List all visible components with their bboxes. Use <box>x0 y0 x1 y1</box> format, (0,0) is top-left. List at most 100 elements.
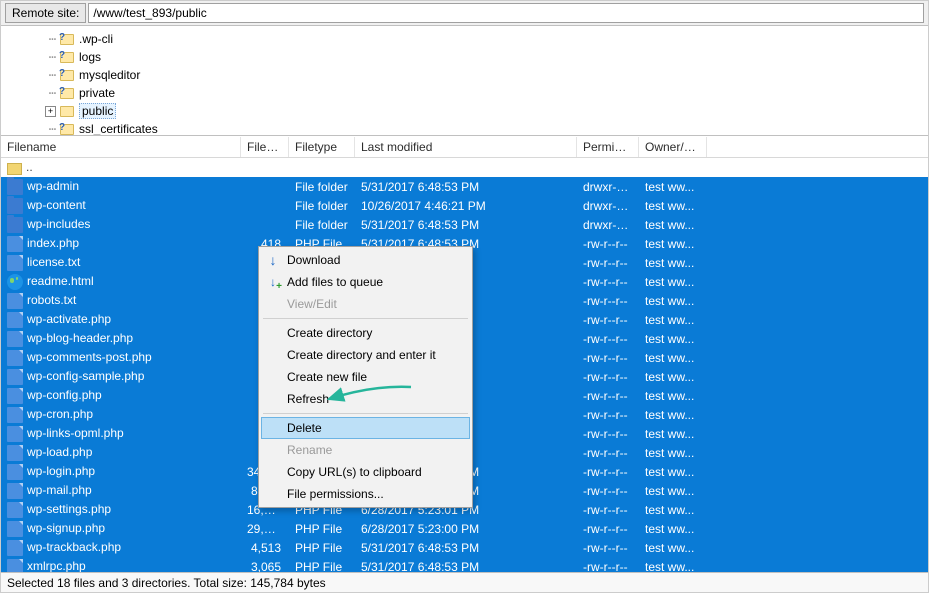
tree-node[interactable]: ⋯mysqleditor <box>21 66 928 84</box>
file-name-cell: index.php <box>1 234 241 254</box>
file-name-label: wp-mail.php <box>27 483 92 497</box>
ctx-download[interactable]: ↓ Download <box>261 249 470 271</box>
file-name-label: wp-trackback.php <box>27 540 121 554</box>
ctx-rename: Rename <box>261 439 470 461</box>
ctx-delete[interactable]: Delete <box>261 417 470 439</box>
col-permissions[interactable]: Permissi... <box>577 137 639 157</box>
file-owner-cell: test ww... <box>639 349 707 367</box>
file-name-cell: wp-settings.php <box>1 500 241 520</box>
ctx-create-dir-enter[interactable]: Create directory and enter it <box>261 344 470 366</box>
tree-node[interactable]: ⋯.wp-cli <box>21 30 928 48</box>
file-name-cell: wp-content <box>1 196 241 216</box>
file-row[interactable]: wp-trackback.php 4,513PHP File5/31/2017 6… <box>1 538 928 557</box>
file-name-cell: wp-links-opml.php <box>1 424 241 444</box>
ctx-file-permissions[interactable]: File permissions... <box>261 483 470 505</box>
remote-tree[interactable]: ⋯.wp-cli⋯logs⋯mysqleditor⋯private⋯+publi… <box>1 26 928 136</box>
file-row[interactable]: wp-includesFile folder5/31/2017 6:48:53 … <box>1 215 928 234</box>
ctx-view-edit: View/Edit <box>261 293 470 315</box>
remote-site-input[interactable] <box>88 3 924 23</box>
file-name-label: wp-login.php <box>27 464 95 478</box>
parent-dir-row[interactable]: .. <box>1 158 928 177</box>
tree-expander-icon[interactable]: + <box>45 106 56 117</box>
folder-icon <box>59 103 75 119</box>
ctx-create-dir[interactable]: Create directory <box>261 322 470 344</box>
col-owner[interactable]: Owner/G... <box>639 137 707 157</box>
tree-connector-icon: ⋯ <box>21 50 59 64</box>
folder-icon <box>7 198 23 214</box>
file-name-label: wp-config.php <box>27 388 102 402</box>
file-permissions-cell: drwxr-xr-x <box>577 216 639 234</box>
file-owner-cell: test ww... <box>639 330 707 348</box>
tree-node-label: .wp-cli <box>79 32 113 46</box>
file-permissions-cell: drwxr-xr-x <box>577 178 639 196</box>
col-filesize[interactable]: Filesize <box>241 137 289 157</box>
file-name-cell: wp-activate.php <box>1 310 241 330</box>
file-icon <box>7 426 23 442</box>
file-owner-cell: test ww... <box>639 254 707 272</box>
tree-node[interactable]: ⋯ssl_certificates <box>21 120 928 136</box>
tree-node[interactable]: ⋯private <box>21 84 928 102</box>
file-owner-cell: test ww... <box>639 197 707 215</box>
file-name-cell: xmlrpc.php <box>1 557 241 574</box>
file-icon <box>7 559 23 574</box>
file-owner-cell: test ww... <box>639 501 707 519</box>
tree-connector-icon: ⋯ <box>21 86 59 100</box>
file-permissions-cell: -rw-r--r-- <box>577 463 639 481</box>
file-permissions-cell: -rw-r--r-- <box>577 406 639 424</box>
file-size-cell: 3,065 <box>241 558 289 574</box>
file-owner-cell: test ww... <box>639 558 707 574</box>
file-size-cell <box>241 185 289 189</box>
file-modified-cell: 6/28/2017 5:23:00 PM <box>355 520 577 538</box>
file-permissions-cell: -rw-r--r-- <box>577 482 639 500</box>
file-name-cell: wp-config-sample.php <box>1 367 241 387</box>
file-permissions-cell: -rw-r--r-- <box>577 311 639 329</box>
file-size-cell: 4,513 <box>241 539 289 557</box>
file-icon <box>7 407 23 423</box>
ctx-copy-url[interactable]: Copy URL(s) to clipboard <box>261 461 470 483</box>
file-owner-cell: test ww... <box>639 444 707 462</box>
file-row[interactable]: wp-adminFile folder5/31/2017 6:48:53 PMd… <box>1 177 928 196</box>
file-name-cell: wp-admin <box>1 177 241 197</box>
file-type-cell: PHP File <box>289 539 355 557</box>
file-row[interactable]: wp-contentFile folder10/26/2017 4:46:21 … <box>1 196 928 215</box>
file-owner-cell: test ww... <box>639 482 707 500</box>
ctx-add-queue[interactable]: ↓ Add files to queue <box>261 271 470 293</box>
file-name-label: robots.txt <box>27 293 76 307</box>
download-icon: ↓ <box>265 252 281 268</box>
file-icon <box>7 331 23 347</box>
file-name-cell: wp-includes <box>1 215 241 235</box>
col-filetype[interactable]: Filetype <box>289 137 355 157</box>
ctx-create-file-label: Create new file <box>287 370 367 384</box>
ctx-file-permissions-label: File permissions... <box>287 487 384 501</box>
globe-icon <box>7 274 23 290</box>
file-modified-cell: 5/31/2017 6:48:53 PM <box>355 558 577 574</box>
file-permissions-cell: drwxr-xr-x <box>577 197 639 215</box>
file-icon <box>7 464 23 480</box>
file-owner-cell: test ww... <box>639 292 707 310</box>
ctx-separator <box>263 413 468 414</box>
file-permissions-cell: -rw-r--r-- <box>577 520 639 538</box>
file-modified-cell: 5/31/2017 6:48:53 PM <box>355 178 577 196</box>
tree-node[interactable]: ⋯+public <box>21 102 928 120</box>
file-icon <box>7 483 23 499</box>
file-name-cell: wp-cron.php <box>1 405 241 425</box>
file-permissions-cell: -rw-r--r-- <box>577 292 639 310</box>
file-name-cell: robots.txt <box>1 291 241 311</box>
file-row[interactable]: xmlrpc.php3,065PHP File5/31/2017 6:48:53… <box>1 557 928 573</box>
col-modified[interactable]: Last modified <box>355 137 577 157</box>
ctx-create-file[interactable]: Create new file <box>261 366 470 388</box>
tree-node[interactable]: ⋯logs <box>21 48 928 66</box>
col-filename[interactable]: Filename <box>1 137 241 157</box>
file-name-cell: readme.html <box>1 272 241 292</box>
file-permissions-cell: -rw-r--r-- <box>577 425 639 443</box>
file-modified-cell: 5/31/2017 6:48:53 PM <box>355 216 577 234</box>
file-size-cell <box>241 204 289 208</box>
file-modified-cell: 5/31/2017 6:48:53 PM <box>355 539 577 557</box>
ctx-refresh[interactable]: Refresh <box>261 388 470 410</box>
ctx-refresh-label: Refresh <box>287 392 329 406</box>
file-row[interactable]: wp-signup.php29,924PHP File6/28/2017 5:2… <box>1 519 928 538</box>
file-name-label: wp-links-opml.php <box>27 426 124 440</box>
file-name-label: wp-admin <box>27 179 79 193</box>
file-type-cell: PHP File <box>289 520 355 538</box>
context-menu: ↓ Download ↓ Add files to queue View/Edi… <box>258 246 473 508</box>
